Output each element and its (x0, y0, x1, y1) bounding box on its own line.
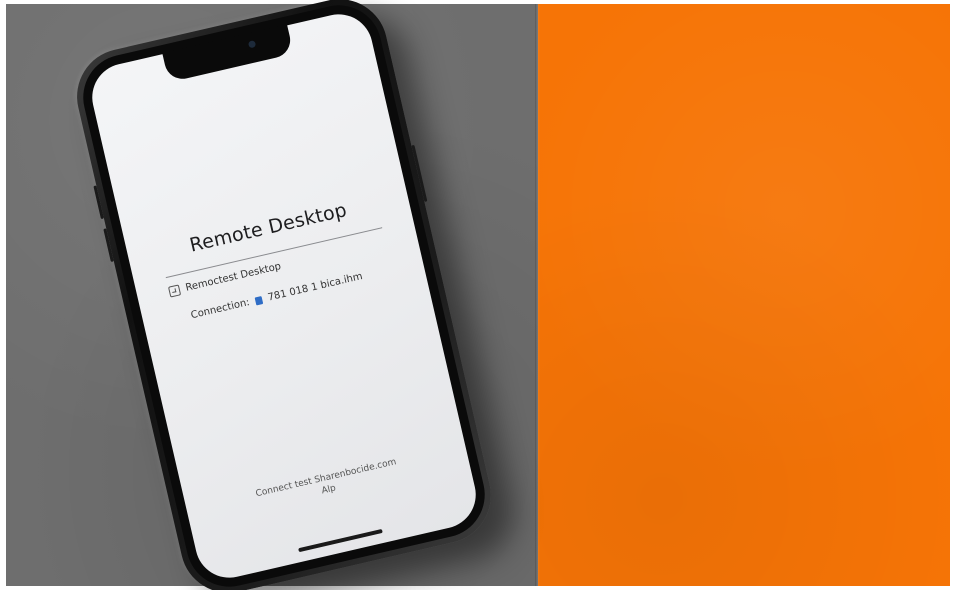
orange-surface (538, 4, 950, 586)
desktop-icon (167, 284, 182, 298)
connection-value: 781 018 1 bica.ihm (266, 270, 364, 304)
photo-frame: Remote Desktop Remoctest Desktop Connect… (0, 0, 954, 590)
connection-label: Connection: (189, 297, 251, 322)
footer-text: Connect test Sharenbocide.com Alp (211, 446, 444, 522)
surface-seam (535, 4, 540, 586)
footer-line-1: Connect test Sharenbocide.com (254, 457, 398, 500)
connection-icon (254, 295, 264, 305)
app-row-label: Remoctest Desktop (184, 261, 283, 294)
